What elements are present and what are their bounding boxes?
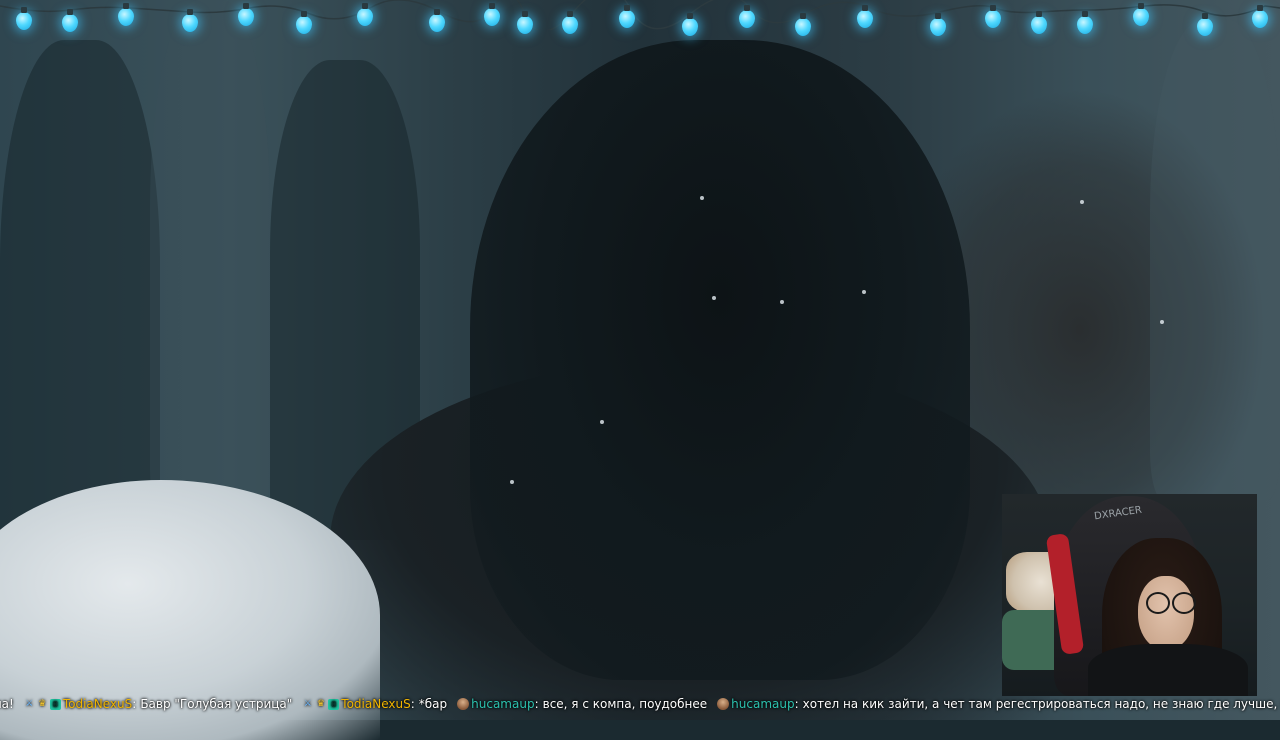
- chat-message: ла!: [0, 694, 14, 714]
- light-bulb-icon: [562, 11, 578, 34]
- avatar-icon: [457, 698, 470, 710]
- glasses-icon: [1172, 592, 1196, 614]
- light-bulb-icon: [682, 13, 698, 36]
- light-bulb-icon: [1077, 11, 1093, 34]
- avatar-icon: [717, 698, 730, 710]
- streamer-body: [1088, 644, 1248, 696]
- background-tree: [1150, 20, 1280, 500]
- subscriber-badge-icon: 8: [328, 698, 340, 710]
- chat-ticker-track: ла! ⚔ ♛ 8 TodiaNexuS: Бавр "Голубая устр…: [0, 694, 1280, 714]
- snowflake: [700, 196, 704, 200]
- chat-message-text: *бар: [418, 697, 448, 711]
- snowflake: [600, 420, 604, 424]
- chat-message-text: все, я с компа, поудобнее: [542, 697, 708, 711]
- snowflake: [862, 290, 866, 294]
- snowflake: [1160, 320, 1164, 324]
- chat-message-text: Бавр "Голубая устрица": [140, 697, 293, 711]
- chat-message: ⚔ ♛ 8 TodiaNexuS: Бавр "Голубая устрица": [24, 694, 292, 714]
- string-lights-overlay: [0, 0, 1280, 50]
- chat-ticker: ла! ⚔ ♛ 8 TodiaNexuS: Бавр "Голубая устр…: [0, 694, 1280, 714]
- chat-message-text: хотел на кик зайти, а чет там регестриро…: [802, 697, 1280, 711]
- light-bulb-icon: [1197, 13, 1213, 36]
- chat-username[interactable]: hucamaup: [471, 694, 534, 714]
- snowflake: [780, 300, 784, 304]
- crown-icon: ♛: [316, 698, 325, 709]
- chat-username[interactable]: TodiaNexuS: [63, 694, 132, 714]
- webcam-overlay: DXRACER: [1002, 494, 1257, 696]
- chat-message: hucamaup: хотел на кик зайти, а чет там …: [717, 694, 1280, 714]
- sword-icon: ⚔: [25, 698, 34, 709]
- snowflake: [510, 480, 514, 484]
- chat-message: ⚔ ♛ 8 TodiaNexuS: *бар: [302, 694, 447, 714]
- light-bulb-icon: [517, 11, 533, 34]
- snowflake: [1080, 200, 1084, 204]
- subscriber-badge-icon: 8: [49, 698, 61, 710]
- crown-icon: ♛: [38, 698, 47, 709]
- chat-username[interactable]: TodiaNexuS: [341, 694, 410, 714]
- figure-head: [470, 40, 970, 680]
- light-bulb-icon: [795, 13, 811, 36]
- light-bulb-icon: [296, 11, 312, 34]
- light-bulb-icon: [930, 13, 946, 36]
- background-tree: [150, 0, 270, 520]
- snowflake: [712, 296, 716, 300]
- chat-message: hucamaup: все, я с компа, поудобнее: [457, 694, 707, 714]
- glasses-icon: [1146, 592, 1170, 614]
- chat-username[interactable]: hucamaup: [731, 694, 794, 714]
- light-bulb-icon: [1031, 11, 1047, 34]
- chat-message-text: ла!: [0, 697, 14, 711]
- sword-icon: ⚔: [303, 698, 312, 709]
